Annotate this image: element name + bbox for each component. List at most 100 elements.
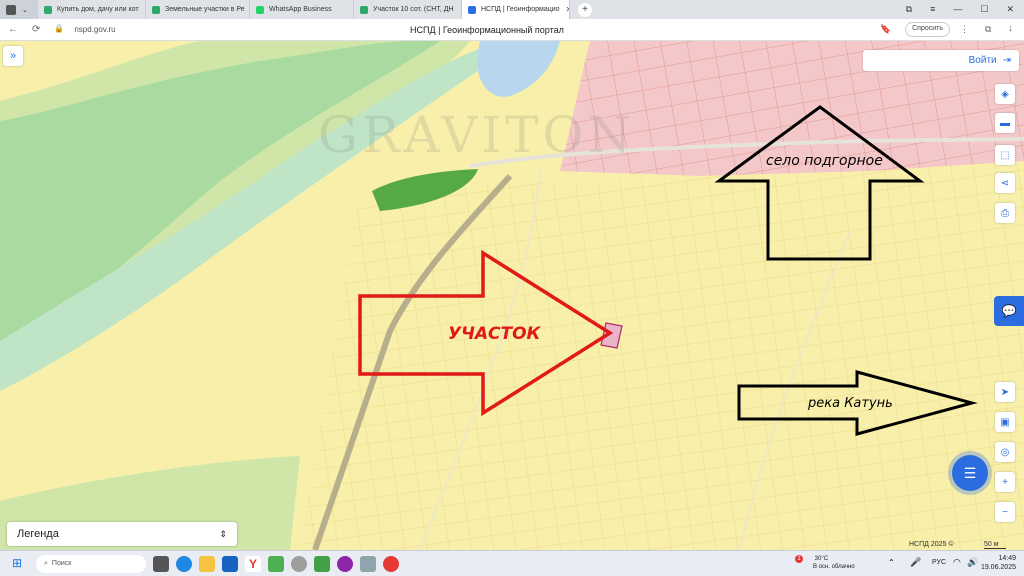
tab-bar: ⌄ Купить дом, дачу или кот Земельные учас…: [0, 0, 1024, 19]
wifi-icon[interactable]: ◠: [953, 557, 961, 568]
calculator-icon[interactable]: [268, 555, 284, 572]
minimize-button[interactable]: —: [953, 4, 962, 15]
chat-icon: ☰: [963, 464, 977, 481]
chat-button[interactable]: ☰: [952, 455, 988, 491]
select-area-icon: ⬚: [1000, 149, 1010, 161]
speech-bubble-icon: 💬: [1001, 304, 1017, 318]
navigation-arrow-icon: ➤: [1000, 386, 1010, 398]
download-icon[interactable]: ↓: [1008, 23, 1013, 34]
expand-panel-button[interactable]: »: [3, 46, 23, 66]
window-controls: ⧉ ≡ — ☐ ✕: [906, 4, 1024, 15]
url-field[interactable]: nspd.gov.ru: [74, 25, 115, 34]
bookmark-icon[interactable]: 🔖: [880, 24, 891, 35]
menu-icon[interactable]: ≡: [930, 4, 935, 15]
browser-logo-icon: [6, 4, 16, 15]
yandex-browser-icon[interactable]: Y: [245, 555, 261, 572]
print-button[interactable]: ⎙: [995, 203, 1015, 223]
settings-icon[interactable]: [291, 555, 307, 572]
zoom-out-button[interactable]: −: [995, 502, 1015, 522]
time: 14:49: [998, 555, 1016, 562]
microphone-icon[interactable]: 🎤: [910, 557, 921, 568]
legend-dropdown[interactable]: Легенда ⇕: [7, 522, 237, 546]
close-tab-icon[interactable]: ✕: [560, 5, 569, 14]
basemap-icon: ▣: [1000, 416, 1010, 428]
browser-tab[interactable]: Участок 10 сот. (СНТ, ДН: [354, 0, 462, 19]
browser-menu-button[interactable]: ⌄: [0, 0, 38, 19]
store-icon[interactable]: [222, 555, 238, 572]
login-icon: ⇥: [1002, 55, 1011, 66]
login-label: Войти: [968, 55, 997, 66]
chevron-down-icon[interactable]: ⌄: [22, 6, 28, 14]
app-icon[interactable]: [314, 555, 330, 572]
taskbar: ⊞ ⌕ Поиск Y 1 30°C В осн. облачно ⌃ 🎤 РУ…: [0, 550, 1024, 576]
back-button[interactable]: ←: [8, 24, 18, 35]
browser-tab[interactable]: Земельные участки в Ре: [146, 0, 250, 19]
legend-label: Легенда: [17, 528, 59, 540]
tab-favicon-icon: [360, 5, 368, 14]
help-button[interactable]: 💬: [994, 296, 1024, 326]
maximize-button[interactable]: ☐: [980, 4, 988, 15]
tab-favicon-icon: [468, 5, 476, 14]
zoom-in-button[interactable]: +: [995, 472, 1015, 492]
ask-button[interactable]: Спросить: [905, 22, 950, 37]
taskbar-search[interactable]: ⌕ Поиск: [36, 554, 146, 573]
language-indicator[interactable]: РУС: [932, 559, 946, 566]
share-button[interactable]: ⋖: [995, 173, 1015, 193]
share-icon: ⋖: [1000, 177, 1010, 189]
weather-widget[interactable]: 1 30°C В осн. облачно: [795, 555, 855, 571]
tab-favicon-icon: [44, 5, 52, 14]
address-bar: ← ⟳ 🔒 nspd.gov.ru НСПД | Геоинформационн…: [0, 19, 1024, 41]
measure-button[interactable]: ▬: [995, 113, 1015, 133]
task-view-icon[interactable]: [153, 555, 169, 572]
tab-label: Участок 10 сот. (СНТ, ДН: [373, 6, 454, 13]
chevron-up-icon[interactable]: ⌃: [888, 558, 895, 567]
login-button[interactable]: Войти ⇥: [863, 50, 1019, 71]
copyright: НСПД 2025 ©: [909, 541, 954, 548]
plot-annotation: УЧАСТОК: [448, 324, 541, 344]
river-annotation: река Катунь: [808, 396, 893, 411]
ruler-icon: ▬: [1000, 117, 1010, 129]
search-icon: ⌕: [44, 559, 48, 567]
start-windows-icon[interactable]: ⊞: [12, 556, 22, 570]
browser-tab[interactable]: Купить дом, дачу или кот: [38, 0, 146, 19]
close-button[interactable]: ✕: [1006, 4, 1014, 15]
reload-icon[interactable]: ⟳: [32, 24, 40, 35]
alice-icon[interactable]: [337, 555, 353, 572]
tab-label: WhatsApp Business: [269, 6, 332, 13]
village-annotation: село подгорное: [766, 153, 883, 169]
file-explorer-icon[interactable]: [199, 555, 215, 572]
clock[interactable]: 14:49 19.06.2025: [981, 554, 1016, 572]
chevron-updown-icon: ⇕: [219, 528, 227, 539]
chrome-icon[interactable]: [383, 555, 399, 572]
share-icon[interactable]: ⧉: [985, 24, 991, 35]
geolocation-button[interactable]: ◎: [995, 442, 1015, 462]
page-title: НСПД | Геоинформационный портал: [410, 25, 564, 35]
tab-favicon-icon: [256, 5, 264, 14]
tab-label: Земельные участки в Ре: [165, 6, 245, 13]
layers-button[interactable]: ◈: [995, 84, 1015, 104]
browser-tab[interactable]: WhatsApp Business: [250, 0, 354, 19]
printer-icon: ⎙: [1001, 207, 1009, 219]
map-canvas[interactable]: GRAVITON УЧАСТОК село подгорное река Кат…: [0, 41, 1024, 550]
select-area-button[interactable]: ⬚: [995, 145, 1015, 165]
tab-label: НСПД | Геоинформацио: [481, 6, 560, 13]
edge-icon[interactable]: [176, 555, 192, 572]
locate-button[interactable]: ➤: [995, 382, 1015, 402]
photos-icon[interactable]: [360, 555, 376, 572]
bookmarks-icon[interactable]: ⧉: [906, 4, 912, 15]
search-placeholder: Поиск: [51, 560, 72, 567]
target-icon: ◎: [1000, 446, 1010, 458]
new-tab-button[interactable]: +: [578, 2, 592, 17]
volume-icon[interactable]: 🔊: [967, 557, 978, 568]
minus-icon: −: [1002, 506, 1008, 518]
basemap-button[interactable]: ▣: [995, 412, 1015, 432]
tab-favicon-icon: [152, 5, 160, 14]
extensions-icon[interactable]: ⋮: [960, 24, 969, 35]
scale-bar: 50 м: [984, 541, 1006, 549]
double-chevron-right-icon: »: [9, 50, 17, 62]
plus-icon: +: [1002, 476, 1008, 488]
browser-tab[interactable]: НСПД | Геоинформацио✕: [462, 0, 570, 19]
lock-icon: 🔒: [54, 24, 65, 33]
weather-badge: 1: [795, 555, 803, 563]
nav-buttons: ← ⟳ 🔒: [0, 24, 64, 35]
